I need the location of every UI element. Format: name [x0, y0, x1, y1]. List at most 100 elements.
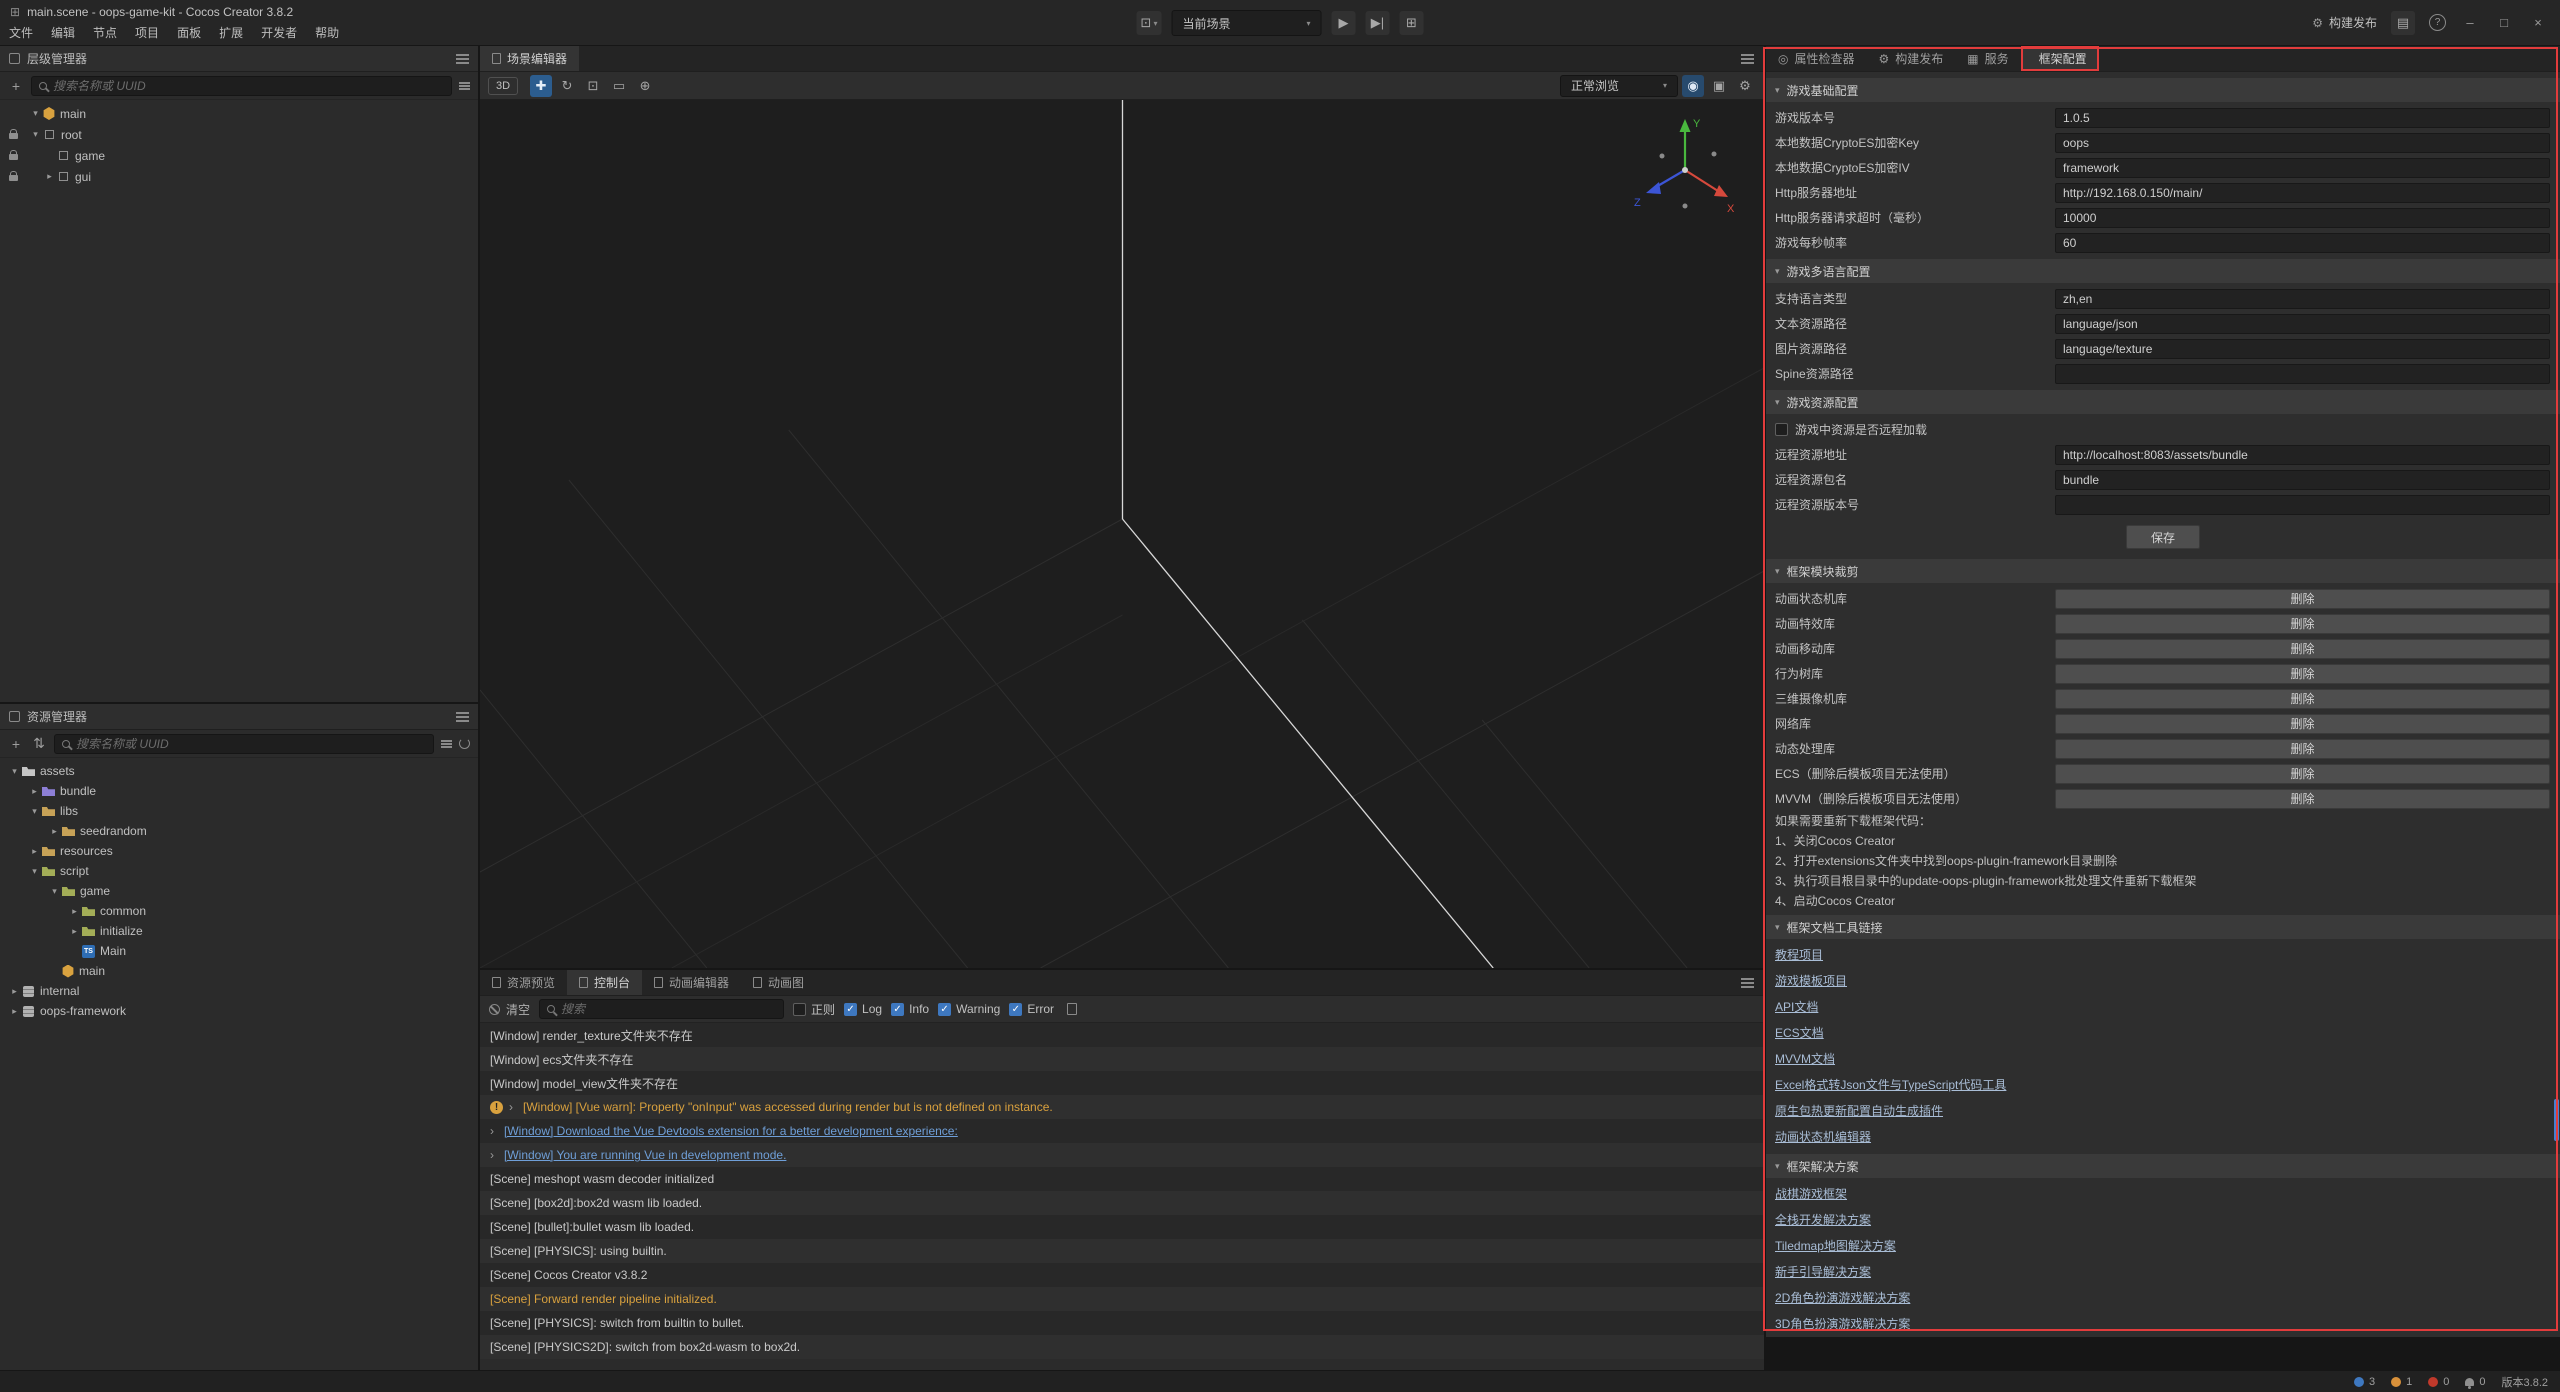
property-input[interactable]: [2055, 495, 2550, 515]
asset-node-row[interactable]: ▸ resources: [0, 841, 478, 861]
anchor-tool-icon[interactable]: ⊕: [634, 75, 656, 97]
mode-3d-button[interactable]: 3D: [488, 77, 518, 95]
console-tab[interactable]: 资源预览: [480, 970, 567, 995]
property-input[interactable]: [2055, 108, 2550, 128]
menu-item[interactable]: 节点: [84, 22, 126, 43]
log-entry[interactable]: ! › [Window] You are running Vue in deve…: [480, 1143, 1764, 1167]
expand-arrow-icon[interactable]: ▾: [28, 806, 41, 817]
warning-count[interactable]: 1: [2391, 1376, 2412, 1388]
inspector-tab[interactable]: 服务: [1955, 46, 2020, 71]
section-header-resource[interactable]: ▾ 游戏资源配置: [1766, 390, 2560, 414]
inspector-tab[interactable]: 框架配置: [2021, 46, 2099, 71]
property-input[interactable]: [2055, 364, 2550, 384]
log-entry[interactable]: ! › [Scene] [PHYSICS2D]: switch from box…: [480, 1335, 1764, 1359]
assets-search[interactable]: [54, 734, 434, 754]
asset-node-row[interactable]: ▸ seedrandom: [0, 821, 478, 841]
view-mode-select[interactable]: 正常浏览 ▾: [1560, 75, 1678, 97]
log-filter-toggle[interactable]: Warning: [938, 1002, 1000, 1016]
log-entry[interactable]: ! › [Scene] Forward render pipeline init…: [480, 1287, 1764, 1311]
log-filter-toggle[interactable]: Error: [1009, 1002, 1054, 1016]
hierarchy-node-row[interactable]: ▾ main: [0, 103, 478, 124]
tab-scene-editor[interactable]: 场景编辑器: [480, 46, 579, 71]
lock-icon[interactable]: [9, 175, 18, 181]
import-asset-icon[interactable]: ⇅: [31, 735, 47, 752]
hierarchy-node-row[interactable]: ▾ root: [0, 124, 478, 145]
property-input[interactable]: [2055, 208, 2550, 228]
doc-link[interactable]: MVVM文档: [1775, 1052, 1835, 1066]
log-entry[interactable]: ! › [Scene] [bullet]:bullet wasm lib loa…: [480, 1215, 1764, 1239]
delete-module-button[interactable]: 删除: [2055, 689, 2550, 709]
property-input[interactable]: [2055, 233, 2550, 253]
log-entry[interactable]: ! › [Scene] [PHYSICS]: using builtin.: [480, 1239, 1764, 1263]
delete-module-button[interactable]: 删除: [2055, 739, 2550, 759]
solution-link[interactable]: 2D角色扮演游戏解决方案: [1775, 1291, 1910, 1305]
panel-menu-icon[interactable]: [456, 58, 469, 60]
rect-tool-icon[interactable]: ▭: [608, 75, 630, 97]
expand-arrow-icon[interactable]: ▸: [48, 826, 61, 837]
property-input[interactable]: [2055, 183, 2550, 203]
expand-caret-icon[interactable]: ›: [490, 1124, 498, 1138]
error-count[interactable]: 0: [2428, 1376, 2449, 1388]
console-tab[interactable]: 控制台: [567, 970, 642, 995]
asset-node-row[interactable]: ▾ assets: [0, 761, 478, 781]
menu-item[interactable]: 扩展: [210, 22, 252, 43]
remote-load-checkbox[interactable]: [1775, 423, 1788, 436]
log-entry[interactable]: ! › [Scene] [PHYSICS]: switch from built…: [480, 1311, 1764, 1335]
scale-tool-icon[interactable]: ⊡: [582, 75, 604, 97]
expand-arrow-icon[interactable]: ▸: [28, 846, 41, 857]
section-header-language[interactable]: ▾ 游戏多语言配置: [1766, 259, 2560, 283]
create-node-button[interactable]: +: [8, 78, 24, 94]
expand-arrow-icon[interactable]: ▸: [68, 926, 81, 937]
expand-arrow-icon[interactable]: ▸: [43, 171, 56, 182]
expand-arrow-icon[interactable]: ▾: [48, 886, 61, 897]
menu-item[interactable]: 编辑: [42, 22, 84, 43]
assets-search-input[interactable]: [76, 737, 426, 751]
panel-menu-icon[interactable]: [456, 716, 469, 718]
filter-checkbox[interactable]: [938, 1003, 951, 1016]
package-button[interactable]: ▤: [2391, 11, 2415, 35]
panel-menu-icon[interactable]: [1741, 982, 1754, 984]
filter-checkbox[interactable]: [844, 1003, 857, 1016]
build-publish-button[interactable]: ⚙ 构建发布: [2312, 14, 2377, 31]
hierarchy-node-row[interactable]: game: [0, 145, 478, 166]
clear-console-button[interactable]: 清空: [489, 1001, 530, 1018]
expand-arrow-icon[interactable]: ▾: [28, 866, 41, 877]
property-input[interactable]: [2055, 289, 2550, 309]
minimize-button[interactable]: –: [2460, 15, 2480, 30]
log-filter-toggle[interactable]: Log: [844, 1002, 882, 1016]
log-entry[interactable]: ! › [Window] ecs文件夹不存在: [480, 1047, 1764, 1071]
asset-node-row[interactable]: ▸ bundle: [0, 781, 478, 801]
doc-link[interactable]: 原生包热更新配置自动生成插件: [1775, 1104, 1943, 1118]
step-button[interactable]: ▶|: [1365, 11, 1389, 35]
menu-item[interactable]: 文件: [0, 22, 42, 43]
layout-button[interactable]: ⊞: [1399, 11, 1423, 35]
hierarchy-search-input[interactable]: [53, 79, 444, 93]
filter-checkbox[interactable]: [891, 1003, 904, 1016]
asset-node-row[interactable]: main: [0, 961, 478, 981]
delete-module-button[interactable]: 删除: [2055, 789, 2550, 809]
solution-link[interactable]: 战棋游戏框架: [1775, 1187, 1847, 1201]
menu-item[interactable]: 帮助: [306, 22, 348, 43]
lock-icon[interactable]: [9, 154, 18, 160]
property-input[interactable]: [2055, 158, 2550, 178]
property-input[interactable]: [2055, 314, 2550, 334]
solution-link[interactable]: 新手引导解决方案: [1775, 1265, 1871, 1279]
hierarchy-node-row[interactable]: ▸ gui: [0, 166, 478, 187]
expand-arrow-icon[interactable]: ▾: [29, 129, 42, 140]
filter-icon[interactable]: [459, 85, 470, 87]
log-entry[interactable]: ! › [Window] model_view文件夹不存在: [480, 1071, 1764, 1095]
log-entry[interactable]: ! › [Window] [Vue warn]: Property "onInp…: [480, 1095, 1764, 1119]
inspector-tab[interactable]: 构建发布: [1867, 46, 1956, 71]
console-tab[interactable]: 动画编辑器: [642, 970, 741, 995]
solution-link[interactable]: 3D角色扮演游戏解决方案: [1775, 1317, 1910, 1331]
refresh-icon[interactable]: [459, 738, 470, 749]
doc-link[interactable]: API文档: [1775, 1000, 1818, 1014]
maximize-button[interactable]: □: [2494, 15, 2514, 30]
play-button[interactable]: ▶: [1331, 11, 1355, 35]
solution-link[interactable]: Tiledmap地图解决方案: [1775, 1239, 1896, 1253]
log-entry[interactable]: ! › [Window] Download the Vue Devtools e…: [480, 1119, 1764, 1143]
expand-caret-icon[interactable]: ›: [509, 1100, 517, 1114]
move-tool-icon[interactable]: ✚: [530, 75, 552, 97]
panel-menu-icon[interactable]: [1741, 58, 1754, 60]
filter-icon[interactable]: [441, 743, 452, 745]
